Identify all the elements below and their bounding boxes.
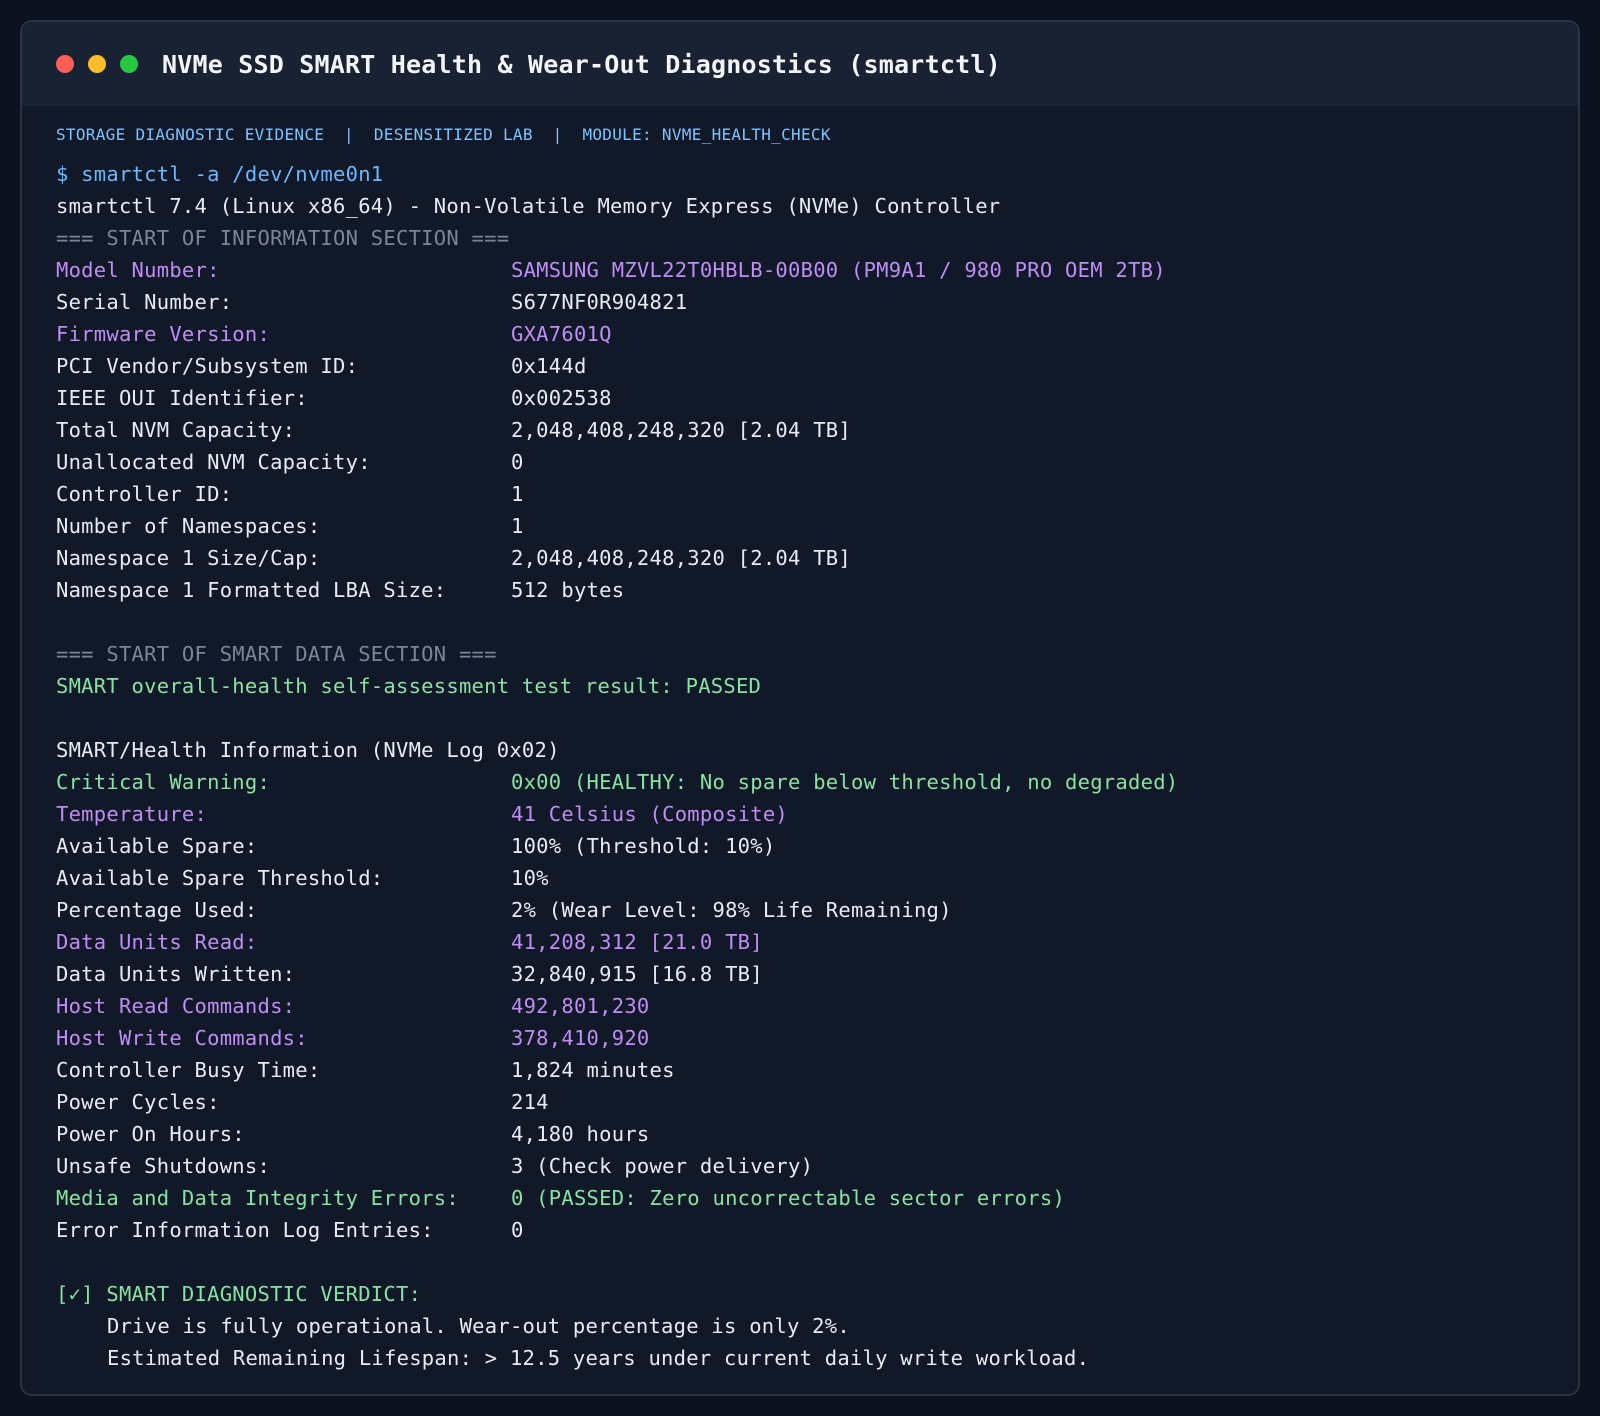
- info-value: 2,048,408,248,320 [2.04 TB]: [511, 546, 851, 570]
- version-line: smartctl 7.4 (Linux x86_64) - Non-Volati…: [56, 194, 1001, 218]
- health-value: 41,208,312 [21.0 TB]: [511, 930, 763, 954]
- verdict-line-status: Drive is fully operational. Wear-out per…: [107, 1314, 850, 1338]
- health-key: Data Units Written:: [56, 962, 296, 986]
- info-row-firmware-version: Firmware Version: GXA7601Q: [56, 318, 1578, 350]
- smart-overall-result: SMART overall-health self-assessment tes…: [56, 674, 762, 698]
- info-key: Controller ID:: [56, 482, 233, 506]
- info-key: PCI Vendor/Subsystem ID:: [56, 354, 359, 378]
- health-value: 1,824 minutes: [511, 1058, 675, 1082]
- health-key: Critical Warning:: [56, 770, 271, 794]
- info-key: Namespace 1 Size/Cap:: [56, 546, 321, 570]
- info-row-pci-vendor: PCI Vendor/Subsystem ID: 0x144d: [56, 350, 1578, 382]
- health-key: Media and Data Integrity Errors:: [56, 1186, 459, 1210]
- info-key: Namespace 1 Formatted LBA Size:: [56, 578, 447, 602]
- health-value: 0: [511, 1218, 524, 1242]
- info-value: S677NF0R904821: [511, 290, 688, 314]
- health-value: 2% (Wear Level: 98% Life Remaining): [511, 898, 952, 922]
- health-value: 4,180 hours: [511, 1122, 650, 1146]
- health-value: 100% (Threshold: 10%): [511, 834, 776, 858]
- health-row-data-units-read: Data Units Read: 41,208,312 [21.0 TB]: [56, 926, 1578, 958]
- window-title: NVMe SSD SMART Health & Wear-Out Diagnos…: [162, 49, 1001, 79]
- info-row-unallocated-capacity: Unallocated NVM Capacity: 0: [56, 446, 1578, 478]
- health-key: Power Cycles:: [56, 1090, 220, 1114]
- health-info-header: SMART/Health Information (NVMe Log 0x02): [56, 738, 560, 762]
- maximize-window-button[interactable]: [120, 55, 138, 73]
- health-key: Temperature:: [56, 802, 208, 826]
- health-key: Host Read Commands:: [56, 994, 296, 1018]
- health-key: Power On Hours:: [56, 1122, 245, 1146]
- info-value: GXA7601Q: [511, 322, 612, 346]
- health-row-power-cycles: Power Cycles: 214: [56, 1086, 1578, 1118]
- close-window-button[interactable]: [56, 55, 74, 73]
- info-key: Unallocated NVM Capacity:: [56, 450, 371, 474]
- health-row-error-log-entries: Error Information Log Entries: 0: [56, 1214, 1578, 1246]
- info-section-header: === START OF INFORMATION SECTION ===: [56, 226, 510, 250]
- health-value: 378,410,920: [511, 1026, 650, 1050]
- health-row-power-on-hours: Power On Hours: 4,180 hours: [56, 1118, 1578, 1150]
- info-row-namespace-size: Namespace 1 Size/Cap: 2,048,408,248,320 […: [56, 542, 1578, 574]
- health-row-available-spare: Available Spare: 100% (Threshold: 10%): [56, 830, 1578, 862]
- health-key: Host Write Commands:: [56, 1026, 308, 1050]
- info-key: Number of Namespaces:: [56, 514, 321, 538]
- info-value: 1: [511, 514, 524, 538]
- info-key: Serial Number:: [56, 290, 233, 314]
- health-key: Available Spare Threshold:: [56, 866, 384, 890]
- health-row-critical-warning: Critical Warning: 0x00 (HEALTHY: No spare…: [56, 766, 1578, 798]
- health-key: Controller Busy Time:: [56, 1058, 321, 1082]
- info-row-serial-number: Serial Number: S677NF0R904821: [56, 286, 1578, 318]
- window-titlebar: NVMe SSD SMART Health & Wear-Out Diagnos…: [22, 22, 1578, 106]
- health-value: 214: [511, 1090, 549, 1114]
- info-key: Total NVM Capacity:: [56, 418, 296, 442]
- info-row-ieee-oui: IEEE OUI Identifier: 0x002538: [56, 382, 1578, 414]
- terminal-window: NVMe SSD SMART Health & Wear-Out Diagnos…: [20, 20, 1580, 1396]
- minimize-window-button[interactable]: [88, 55, 106, 73]
- health-row-data-units-written: Data Units Written: 32,840,915 [16.8 TB]: [56, 958, 1578, 990]
- health-value: 32,840,915 [16.8 TB]: [511, 962, 763, 986]
- command-line: $ smartctl -a /dev/nvme0n1: [56, 162, 384, 186]
- info-row-total-capacity: Total NVM Capacity: 2,048,408,248,320 [2.…: [56, 414, 1578, 446]
- info-value: 1: [511, 482, 524, 506]
- health-key: Error Information Log Entries:: [56, 1218, 434, 1242]
- health-key: Available Spare:: [56, 834, 258, 858]
- info-row-model-number: Model Number: SAMSUNG MZVL22T0HBLB-00B00 …: [56, 254, 1578, 286]
- health-key: Data Units Read:: [56, 930, 258, 954]
- smart-section-header: === START OF SMART DATA SECTION ===: [56, 642, 497, 666]
- info-key: Model Number:: [56, 258, 220, 282]
- health-row-media-integrity-errors: Media and Data Integrity Errors: 0 (PASSE…: [56, 1182, 1578, 1214]
- verdict-header: [✓] SMART DIAGNOSTIC VERDICT:: [56, 1282, 422, 1306]
- evidence-meta-line: STORAGE DIAGNOSTIC EVIDENCE | DESENSITIZ…: [56, 125, 831, 144]
- verdict-line-lifespan: Estimated Remaining Lifespan: > 12.5 yea…: [107, 1346, 1090, 1370]
- health-value: 0x00 (HEALTHY: No spare below threshold,…: [511, 770, 1179, 794]
- info-value: 2,048,408,248,320 [2.04 TB]: [511, 418, 851, 442]
- health-value: 0 (PASSED: Zero uncorrectable sector err…: [511, 1186, 1066, 1210]
- terminal-output[interactable]: STORAGE DIAGNOSTIC EVIDENCE | DESENSITIZ…: [22, 106, 1578, 1374]
- info-row-namespaces: Number of Namespaces: 1: [56, 510, 1578, 542]
- info-value: SAMSUNG MZVL22T0HBLB-00B00 (PM9A1 / 980 …: [511, 258, 1166, 282]
- info-value: 512 bytes: [511, 578, 625, 602]
- health-value: 3 (Check power delivery): [511, 1154, 814, 1178]
- health-row-temperature: Temperature: 41 Celsius (Composite): [56, 798, 1578, 830]
- info-value: 0: [511, 450, 524, 474]
- info-row-controller-id: Controller ID: 1: [56, 478, 1578, 510]
- health-value: 492,801,230: [511, 994, 650, 1018]
- health-row-spare-threshold: Available Spare Threshold: 10%: [56, 862, 1578, 894]
- health-row-percentage-used: Percentage Used: 2% (Wear Level: 98% Life…: [56, 894, 1578, 926]
- info-key: Firmware Version:: [56, 322, 271, 346]
- info-key: IEEE OUI Identifier:: [56, 386, 308, 410]
- health-key: Percentage Used:: [56, 898, 258, 922]
- health-value: 41 Celsius (Composite): [511, 802, 789, 826]
- info-value: 0x144d: [511, 354, 587, 378]
- info-value: 0x002538: [511, 386, 612, 410]
- info-row-lba-size: Namespace 1 Formatted LBA Size: 512 bytes: [56, 574, 1578, 606]
- health-row-unsafe-shutdowns: Unsafe Shutdowns: 3 (Check power delivery…: [56, 1150, 1578, 1182]
- health-key: Unsafe Shutdowns:: [56, 1154, 271, 1178]
- health-value: 10%: [511, 866, 549, 890]
- health-row-host-read-commands: Host Read Commands: 492,801,230: [56, 990, 1578, 1022]
- health-row-controller-busy-time: Controller Busy Time: 1,824 minutes: [56, 1054, 1578, 1086]
- health-row-host-write-commands: Host Write Commands: 378,410,920: [56, 1022, 1578, 1054]
